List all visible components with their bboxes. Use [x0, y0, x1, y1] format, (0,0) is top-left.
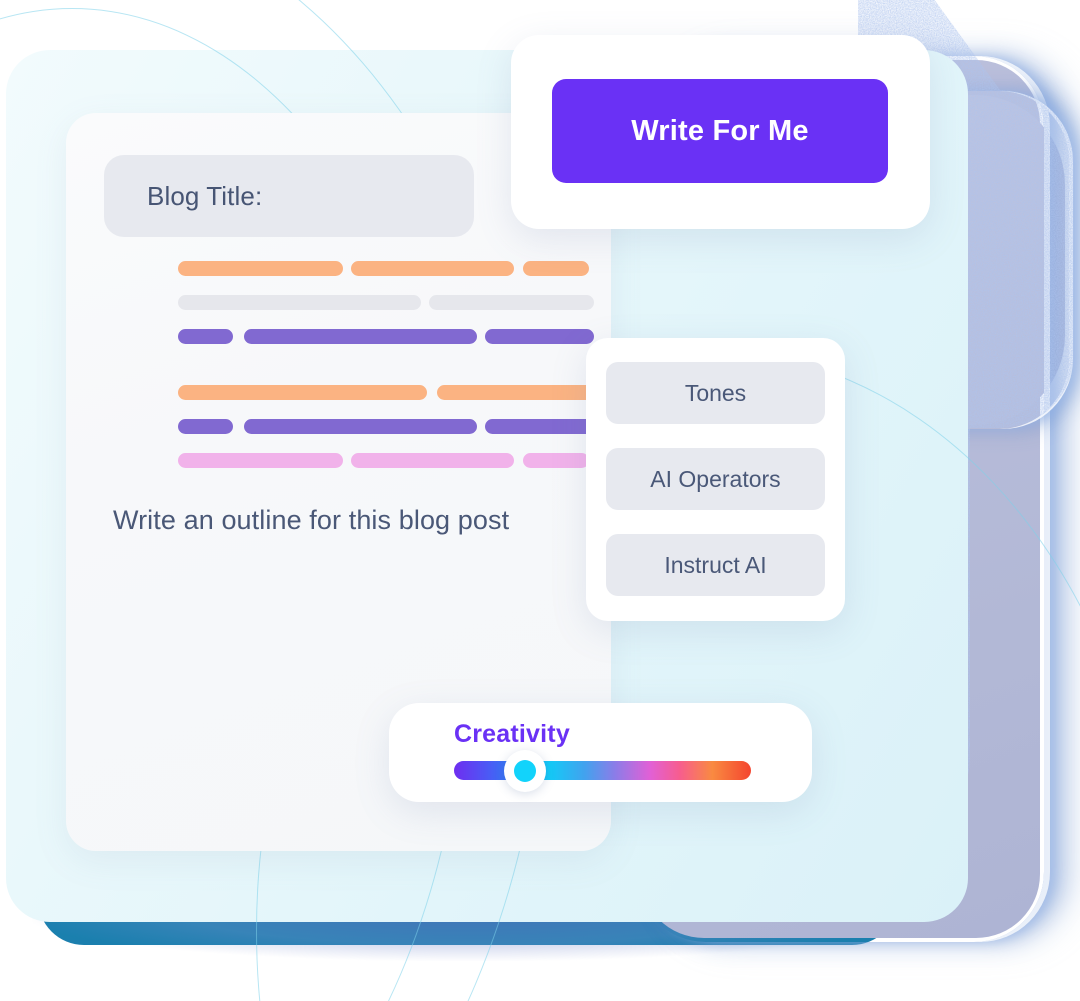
content-line-bar	[244, 329, 477, 344]
illustration-stage: Blog Title: Write an outline for this bl…	[0, 0, 1080, 1001]
content-line-row	[132, 329, 602, 344]
slider-thumb-dot	[514, 759, 537, 782]
tones-button[interactable]: Tones	[606, 362, 825, 424]
content-line-bar	[437, 385, 599, 400]
content-line-bar	[244, 419, 477, 434]
content-line-row	[132, 295, 602, 310]
creativity-label: Creativity	[454, 720, 570, 748]
write-for-me-button[interactable]: Write For Me	[552, 79, 888, 183]
content-line-bar	[523, 261, 589, 276]
content-placeholder-lines-top	[132, 261, 602, 363]
content-line-bar	[178, 295, 421, 310]
content-line-row	[132, 419, 602, 434]
write-for-me-card: Write For Me	[511, 35, 930, 229]
content-line-bar	[178, 419, 233, 434]
content-line-bar	[485, 419, 594, 434]
prompt-text: Write an outline for this blog post	[113, 505, 510, 535]
content-line-bar	[429, 295, 594, 310]
instruct-ai-button[interactable]: Instruct AI	[606, 534, 825, 596]
content-line-bar	[351, 453, 514, 468]
content-line-bar	[178, 329, 233, 344]
blog-title-field[interactable]: Blog Title:	[104, 155, 474, 237]
creativity-slider-thumb[interactable]	[504, 749, 547, 792]
creativity-slider-track[interactable]	[454, 761, 751, 780]
content-line-row	[132, 261, 602, 276]
content-line-bar	[178, 261, 343, 276]
content-line-bar	[178, 385, 427, 400]
ai-options-card: Tones AI Operators Instruct AI	[586, 338, 845, 621]
ai-operators-button[interactable]: AI Operators	[606, 448, 825, 510]
content-line-bar	[485, 329, 594, 344]
blog-title-label: Blog Title:	[147, 180, 263, 211]
content-line-bar	[523, 453, 589, 468]
content-line-bar	[178, 453, 343, 468]
content-line-bar	[351, 261, 514, 276]
content-line-row	[132, 385, 602, 400]
content-line-row	[132, 453, 602, 468]
content-placeholder-lines-bottom	[132, 385, 602, 487]
creativity-card: Creativity	[389, 703, 812, 802]
